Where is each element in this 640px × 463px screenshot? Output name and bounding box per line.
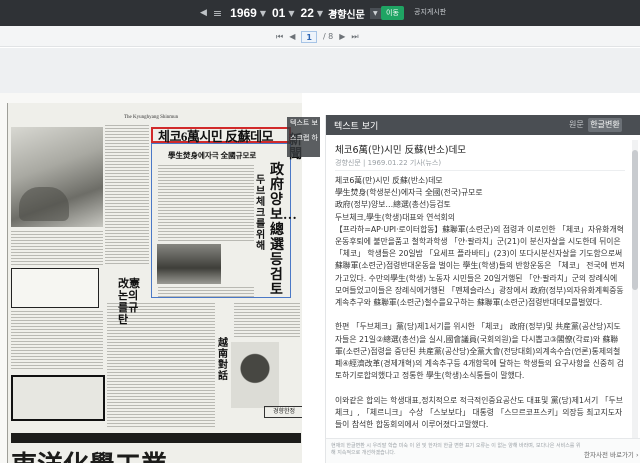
article-title: 체코6萬(만)시민 反蘇(반소)데모 bbox=[335, 145, 467, 156]
photo-illustration bbox=[231, 342, 279, 408]
masthead: The Kyunghyang Shinmun bbox=[124, 115, 179, 120]
vertical-headline: 政府양보…總選등검토 bbox=[270, 163, 297, 298]
text-column bbox=[11, 311, 103, 371]
side-tab-menu: 텍스트 보 스크랩 하 bbox=[287, 117, 320, 157]
text-view-panel: 텍스트 보기 원문 한글변환 체코6萬(만)시민 反蘇(반소)데모 경향신문 |… bbox=[325, 115, 640, 463]
panel-footer: 현재의 한글변환 시 우리말 학습 미숙 이 원 및 한자의 한글 변환 표기 … bbox=[326, 438, 640, 463]
date-navigation-bar: ◀ ≡ 1969 ▼ 01 ▼ 22 ▼ ▶ 경향신문 ▼ 이동 공지게시판 bbox=[0, 0, 640, 26]
chevron-down-icon[interactable]: ▼ bbox=[369, 8, 381, 19]
tab-scrap[interactable]: 스크랩 하 bbox=[290, 132, 320, 144]
text-column bbox=[11, 231, 103, 265]
panel-header: 텍스트 보기 원문 한글변환 bbox=[326, 115, 640, 135]
newspaper-select[interactable]: 경향신문 ▼ bbox=[328, 5, 381, 22]
photo-deer bbox=[11, 127, 103, 227]
menu-icon[interactable]: ≡ bbox=[213, 7, 222, 20]
footer-note: 현재의 한글변환 시 우리말 학습 미숙 이 원 및 한자의 한글 변환 표기 … bbox=[331, 443, 581, 456]
month-select[interactable]: 01 bbox=[272, 6, 285, 20]
panel-title: 텍스트 보기 bbox=[334, 122, 379, 132]
text-column bbox=[105, 125, 149, 265]
article-meta: 경향신문 | 1969.01.22 기사(뉴스) bbox=[335, 159, 442, 167]
black-banner bbox=[11, 433, 301, 443]
page-navigation-bar: ⏮ ◀ 1 / 8 ▶ ⏭ bbox=[0, 26, 640, 47]
vertical-subheadline: 두브체크를위해 bbox=[256, 175, 266, 252]
chevron-down-icon[interactable]: ▼ bbox=[288, 9, 294, 18]
prev-page-icon[interactable]: ◀ bbox=[289, 32, 295, 41]
boxed-notice bbox=[11, 268, 99, 308]
tab-text-view[interactable]: 텍스트 보 bbox=[290, 117, 320, 129]
newspaper-viewer[interactable]: The Kyunghyang Shinmun 체코6萬시민 反蘇데모 學生焚身에… bbox=[0, 93, 302, 463]
viewer-header-space bbox=[0, 48, 640, 93]
day-select[interactable]: 22 bbox=[301, 6, 314, 20]
move-button[interactable]: 이동 bbox=[381, 6, 404, 20]
advertisement-box bbox=[11, 375, 105, 421]
date-selector: ◀ ≡ 1969 ▼ 01 ▼ 22 ▼ ▶ bbox=[200, 0, 338, 26]
year-select[interactable]: 1969 bbox=[230, 6, 257, 20]
article-body: 체코6萬(만)시민 反蘇(반소)데모 學生焚身(학생분신)에자극 全國(전국)규… bbox=[335, 176, 625, 430]
article-headline-constitution: 改憲논의를규탄 bbox=[118, 278, 140, 326]
divider bbox=[335, 170, 625, 171]
article-headline-vietnam: 越南對話 bbox=[218, 338, 228, 382]
text-column bbox=[234, 303, 300, 339]
prev-date-icon[interactable]: ◀ bbox=[200, 8, 207, 18]
hanja-dictionary-link[interactable]: 한자사전 바로가기 › bbox=[584, 449, 639, 459]
korean-convert-toggle[interactable]: 한글변환 bbox=[588, 118, 622, 132]
newspaper-name: 경향신문 bbox=[328, 10, 365, 21]
last-page-icon[interactable]: ⏭ bbox=[351, 32, 358, 42]
current-page-input[interactable]: 1 bbox=[301, 30, 317, 43]
scroll-thumb[interactable] bbox=[632, 150, 638, 290]
bottom-advertisement-title: 東洋化學工業 bbox=[11, 445, 167, 463]
scrollbar[interactable] bbox=[632, 140, 638, 440]
newspaper-page-image[interactable]: The Kyunghyang Shinmun 체코6萬시민 反蘇데모 學生焚身에… bbox=[7, 103, 302, 463]
pager: ⏮ ◀ 1 / 8 ▶ ⏭ bbox=[276, 30, 359, 43]
boxed-label: 경향한정 bbox=[264, 406, 302, 418]
notice-board-link[interactable]: 공지게시판 bbox=[414, 7, 446, 17]
original-text-toggle[interactable]: 원문 bbox=[569, 119, 584, 130]
first-page-icon[interactable]: ⏮ bbox=[276, 32, 283, 42]
chevron-down-icon[interactable]: ▼ bbox=[260, 9, 266, 18]
chevron-down-icon[interactable]: ▼ bbox=[317, 9, 323, 18]
next-page-icon[interactable]: ▶ bbox=[339, 32, 345, 41]
total-pages: / 8 bbox=[322, 32, 334, 41]
